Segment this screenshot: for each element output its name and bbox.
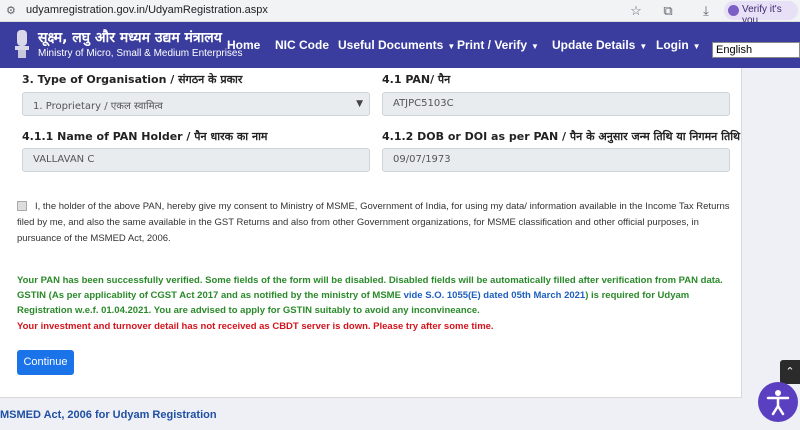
cbdt-error-message: Your investment and turnover detail has … bbox=[17, 321, 494, 332]
org-type-select[interactable]: 1. Proprietary / एकल स्वामित्व ▼ bbox=[22, 92, 370, 116]
site-info-icon[interactable]: ⚙ bbox=[6, 4, 20, 18]
gstin-notice-text: GSTIN (As per applicablity of CGST Act 2… bbox=[17, 290, 404, 301]
chevron-down-icon: ▼ bbox=[639, 42, 648, 51]
nav-print-verify-label: Print / Verify bbox=[457, 38, 528, 52]
nav-nic-code[interactable]: NIC Code bbox=[275, 38, 329, 52]
language-select[interactable]: English bbox=[712, 42, 800, 58]
accessibility-person-icon bbox=[766, 390, 790, 416]
verify-identity-button[interactable]: Verify it's you bbox=[724, 1, 798, 26]
chevron-up-icon: ⌃ bbox=[785, 366, 795, 378]
pan-verified-message: Your PAN has been successfully verified.… bbox=[17, 275, 723, 286]
chevron-down-icon: ▼ bbox=[447, 42, 456, 51]
nav-login[interactable]: Login ▼ bbox=[656, 38, 701, 52]
site-navbar: सूक्ष्म, लघु और मध्यम उद्यम मंत्रालय Min… bbox=[0, 22, 800, 68]
continue-button[interactable]: Continue bbox=[17, 350, 74, 375]
download-icon[interactable]: ⤓ bbox=[698, 3, 714, 19]
accessibility-button[interactable] bbox=[758, 382, 798, 422]
scroll-to-top-button[interactable]: ⌃ bbox=[780, 360, 800, 384]
consent-text: I, the holder of the above PAN, hereby g… bbox=[17, 201, 730, 244]
gstin-notification-link[interactable]: vide S.O. 1055(E) dated 05th March 2021 bbox=[404, 290, 586, 301]
dob-input[interactable]: 09/07/1973 bbox=[382, 148, 730, 172]
org-type-value: 1. Proprietary / एकल स्वामित्व bbox=[33, 101, 163, 112]
pan-label: 4.1 PAN/ पैन bbox=[382, 73, 451, 86]
pan-holder-input[interactable]: VALLAVAN C bbox=[22, 148, 370, 172]
bookmark-star-icon[interactable]: ☆ bbox=[628, 3, 644, 19]
nav-useful-documents[interactable]: Useful Documents ▼ bbox=[338, 38, 455, 52]
ministry-name-english: Ministry of Micro, Small & Medium Enterp… bbox=[38, 48, 243, 59]
registration-form-card: 3. Type of Organisation / संगठन के प्रका… bbox=[0, 68, 742, 398]
nav-useful-documents-label: Useful Documents bbox=[338, 38, 444, 52]
extensions-icon[interactable]: ⧉ bbox=[660, 3, 676, 19]
nav-update-details-label: Update Details bbox=[552, 38, 636, 52]
ministry-name-hindi: सूक्ष्म, लघु और मध्यम उद्यम मंत्रालय bbox=[38, 30, 222, 46]
browser-toolbar: ⚙ udyamregistration.gov.in/UdyamRegistra… bbox=[0, 0, 800, 26]
nav-update-details[interactable]: Update Details ▼ bbox=[552, 38, 647, 52]
footer-heading: MSMED Act, 2006 for Udyam Registration bbox=[0, 409, 217, 421]
nav-print-verify[interactable]: Print / Verify ▼ bbox=[457, 38, 539, 52]
nav-login-label: Login bbox=[656, 38, 689, 52]
pan-input[interactable]: ATJPC5103C bbox=[382, 92, 730, 116]
profile-avatar-icon bbox=[728, 5, 739, 16]
chevron-down-icon: ▼ bbox=[356, 99, 363, 109]
nav-home[interactable]: Home bbox=[227, 38, 260, 52]
org-type-label: 3. Type of Organisation / संगठन के प्रका… bbox=[22, 73, 243, 86]
address-bar[interactable]: udyamregistration.gov.in/UdyamRegistrati… bbox=[26, 4, 268, 16]
chevron-down-icon: ▼ bbox=[531, 42, 539, 51]
chevron-down-icon: ▼ bbox=[692, 42, 701, 51]
pan-holder-label: 4.1.1 Name of PAN Holder / पैन धारक का न… bbox=[22, 130, 268, 143]
national-emblem-icon bbox=[15, 30, 29, 58]
gstin-notice: GSTIN (As per applicablity of CGST Act 2… bbox=[17, 288, 737, 318]
dob-label: 4.1.2 DOB or DOI as per PAN / पैन के अनु… bbox=[382, 130, 741, 143]
